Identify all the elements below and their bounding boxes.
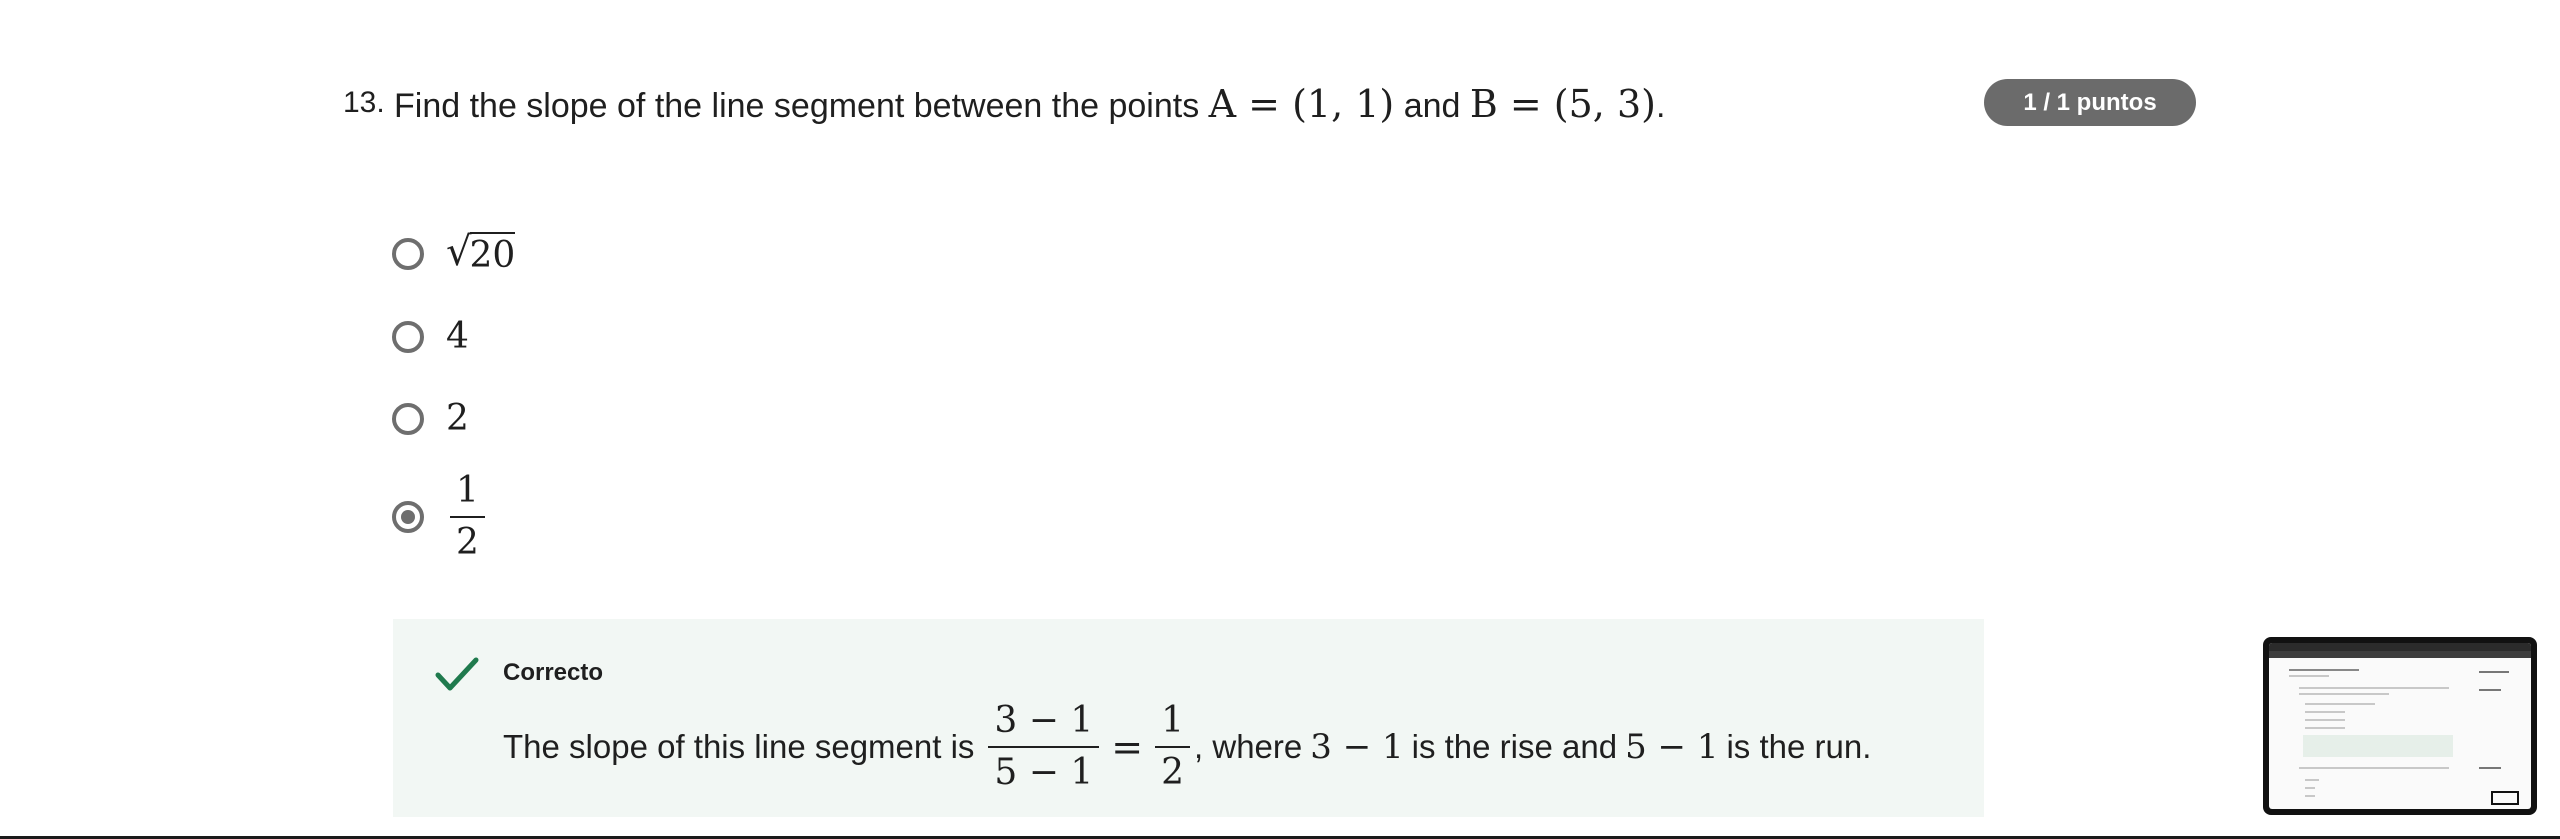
point-a: A = (1, 1): [1208, 82, 1395, 126]
question-text: Find the slope of the line segment betwe…: [394, 80, 1665, 130]
fraction-numerator: 1: [1161, 700, 1185, 741]
fraction-result: 1 2: [1155, 700, 1191, 794]
fraction-denominator: 2: [1161, 752, 1185, 793]
answer-option-4[interactable]: 1 2: [392, 470, 485, 564]
score-badge: 1 / 1 puntos: [1984, 79, 2196, 126]
radio-button[interactable]: [392, 238, 424, 270]
fraction: 1 2: [450, 470, 485, 564]
feedback-text-before: The slope of this line segment is: [503, 728, 975, 765]
thumbnail-line: [2479, 671, 2509, 673]
feedback-title: Correcto: [503, 659, 604, 686]
option-label: √ 20: [446, 229, 516, 276]
feedback-text-mid: , where: [1194, 728, 1303, 765]
thumbnail-content: [2269, 643, 2531, 809]
fraction-numerator: 3 − 1: [994, 700, 1094, 741]
sqrt-radicand: 20: [469, 232, 516, 276]
question-text-end: .: [1655, 87, 1666, 125]
fraction-rise-run: 3 − 1 5 − 1: [988, 700, 1100, 794]
screenshot-thumbnail[interactable]: [2263, 637, 2537, 815]
equals-sign: =: [1111, 725, 1144, 769]
fraction-bar: [988, 746, 1100, 748]
thumbnail-topbar: [2269, 643, 2531, 651]
fraction-denominator: 2: [456, 522, 479, 563]
thumbnail-line: [2289, 675, 2329, 677]
quiz-page: 13. Find the slope of the line segment b…: [0, 0, 2560, 839]
option-label: 4: [446, 316, 469, 357]
fraction-bar: [1155, 746, 1191, 748]
radio-button[interactable]: [392, 320, 424, 353]
rise-expression: 3 − 1: [1310, 727, 1404, 767]
thumbnail-line: [2305, 795, 2315, 797]
sqrt-expression: √ 20: [446, 229, 516, 276]
answer-option-2[interactable]: 4: [392, 316, 469, 357]
feedback-explanation: The slope of this line segment is 3 − 1 …: [503, 697, 1871, 797]
thumbnail-line: [2299, 687, 2449, 689]
sqrt-icon: √: [446, 229, 472, 275]
answer-option-1[interactable]: √ 20: [392, 229, 516, 276]
thumbnail-line: [2479, 767, 2501, 769]
option-label: 2: [446, 398, 469, 439]
thumbnail-line: [2305, 719, 2345, 721]
thumbnail-tabbar: [2269, 651, 2531, 658]
feedback-panel: Correcto The slope of this line segment …: [393, 619, 1984, 817]
thumbnail-line: [2289, 669, 2359, 671]
thumbnail-line: [2305, 779, 2319, 781]
option-label: 1 2: [450, 470, 485, 564]
fraction-denominator: 5 − 1: [994, 752, 1094, 793]
thumbnail-feedback: [2303, 735, 2453, 757]
thumbnail-line: [2305, 787, 2315, 789]
feedback-text-rise: is the rise and: [1411, 728, 1618, 765]
radio-button-selected[interactable]: [392, 501, 424, 533]
thumbnail-viewport-indicator: [2491, 791, 2519, 805]
fraction-bar: [450, 516, 485, 518]
thumbnail-line: [2305, 711, 2345, 713]
check-icon: [435, 657, 479, 691]
radio-button[interactable]: [392, 402, 424, 435]
thumbnail-line: [2305, 727, 2345, 729]
fraction-numerator: 1: [456, 470, 479, 511]
answer-option-3[interactable]: 2: [392, 398, 469, 439]
question-text-before: Find the slope of the line segment betwe…: [394, 87, 1209, 125]
point-b: B = (5, 3): [1469, 82, 1656, 126]
question-text-and: and: [1394, 87, 1470, 125]
feedback-text-run: is the run.: [1726, 728, 1872, 765]
run-expression: 5 − 1: [1625, 727, 1719, 767]
thumbnail-line: [2299, 767, 2449, 769]
thumbnail-line: [2479, 689, 2501, 691]
question-number: 13.: [343, 86, 385, 119]
thumbnail-line: [2299, 693, 2389, 695]
thumbnail-line: [2305, 703, 2375, 705]
